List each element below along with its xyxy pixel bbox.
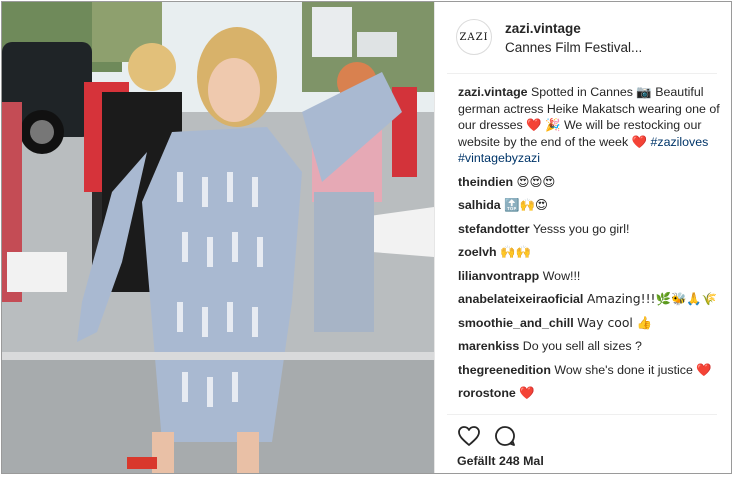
comment-text: Do you sell all sizes ? bbox=[522, 339, 642, 353]
post-sidebar: ZAZI zazi.vintage Cannes Film Festival..… bbox=[434, 2, 732, 473]
caption-username[interactable]: zazi.vintage bbox=[458, 85, 528, 99]
comment-text: Wow!!! bbox=[542, 268, 581, 283]
post-photo[interactable] bbox=[2, 2, 434, 473]
comment-username[interactable]: anabelateixeiraoficial bbox=[458, 292, 583, 306]
comment-text: 🙌🙌 bbox=[500, 244, 531, 259]
header-divider bbox=[447, 73, 717, 74]
post-header: ZAZI zazi.vintage Cannes Film Festival..… bbox=[435, 2, 732, 74]
comment-username[interactable]: rorostone bbox=[458, 386, 516, 400]
instagram-post: ZAZI zazi.vintage Cannes Film Festival..… bbox=[1, 1, 732, 474]
list-item: anabelateixeiraoficial Amazing!!!🌿🐝🙏🌾 bbox=[458, 291, 720, 308]
comment-username[interactable]: lilianvontrapp bbox=[458, 269, 539, 283]
comment-text: 😍😍😍 bbox=[516, 173, 556, 189]
header-location[interactable]: Cannes Film Festival... bbox=[505, 40, 642, 55]
comment-text: Yesss you go girl! bbox=[532, 221, 630, 236]
list-item: stefandotter Yesss you go girl! bbox=[458, 221, 720, 238]
comment-text: Amazing!!!🌿🐝🙏🌾 bbox=[586, 291, 718, 306]
comment-username[interactable]: stefandotter bbox=[458, 222, 530, 236]
list-item: thegreenedition Wow she's done it justic… bbox=[458, 362, 720, 379]
comment-username[interactable]: theindien bbox=[458, 175, 513, 189]
comment-username[interactable]: thegreenedition bbox=[458, 363, 551, 377]
list-item: salhida 🔝🙌😍 bbox=[458, 197, 720, 214]
comment-username[interactable]: marenkiss bbox=[458, 339, 519, 353]
comment-username[interactable]: salhida bbox=[458, 198, 501, 212]
red-heart-emoji: ❤️ bbox=[519, 385, 535, 400]
red-heart-emoji: ❤️ bbox=[526, 117, 542, 132]
likes-count[interactable]: Gefällt 248 Mal bbox=[457, 454, 544, 468]
comment-text: Wow she's done it justice bbox=[554, 362, 693, 377]
red-heart-emoji: ❤️ bbox=[696, 361, 712, 377]
list-item: lilianvontrapp Wow!!! bbox=[458, 268, 720, 285]
avatar[interactable]: ZAZI bbox=[456, 19, 492, 55]
list-item: rorostone ❤️ bbox=[458, 385, 720, 402]
comment-text: 🔝🙌😍 bbox=[504, 197, 548, 212]
photo-street-scene bbox=[2, 2, 434, 473]
comment-list: zazi.vintage Spotted in Cannes 📷 Beautif… bbox=[458, 84, 720, 409]
caption: zazi.vintage Spotted in Cannes 📷 Beautif… bbox=[458, 84, 720, 167]
list-item: theindien 😍😍😍 bbox=[458, 174, 720, 191]
actions-divider bbox=[447, 414, 717, 415]
comment-text: Way cool 👍 bbox=[577, 314, 653, 330]
red-heart-emoji: ❤️ bbox=[631, 133, 648, 149]
comment-bubble-icon[interactable] bbox=[493, 424, 517, 448]
list-item: smoothie_and_chill Way cool 👍 bbox=[458, 315, 720, 332]
header-username[interactable]: zazi.vintage bbox=[505, 21, 581, 36]
list-item: zoelvh 🙌🙌 bbox=[458, 244, 720, 261]
heart-outline-icon[interactable] bbox=[457, 424, 481, 448]
list-item: marenkiss Do you sell all sizes ? bbox=[458, 338, 720, 355]
comment-username[interactable]: zoelvh bbox=[458, 245, 497, 259]
comment-username[interactable]: smoothie_and_chill bbox=[458, 316, 574, 330]
